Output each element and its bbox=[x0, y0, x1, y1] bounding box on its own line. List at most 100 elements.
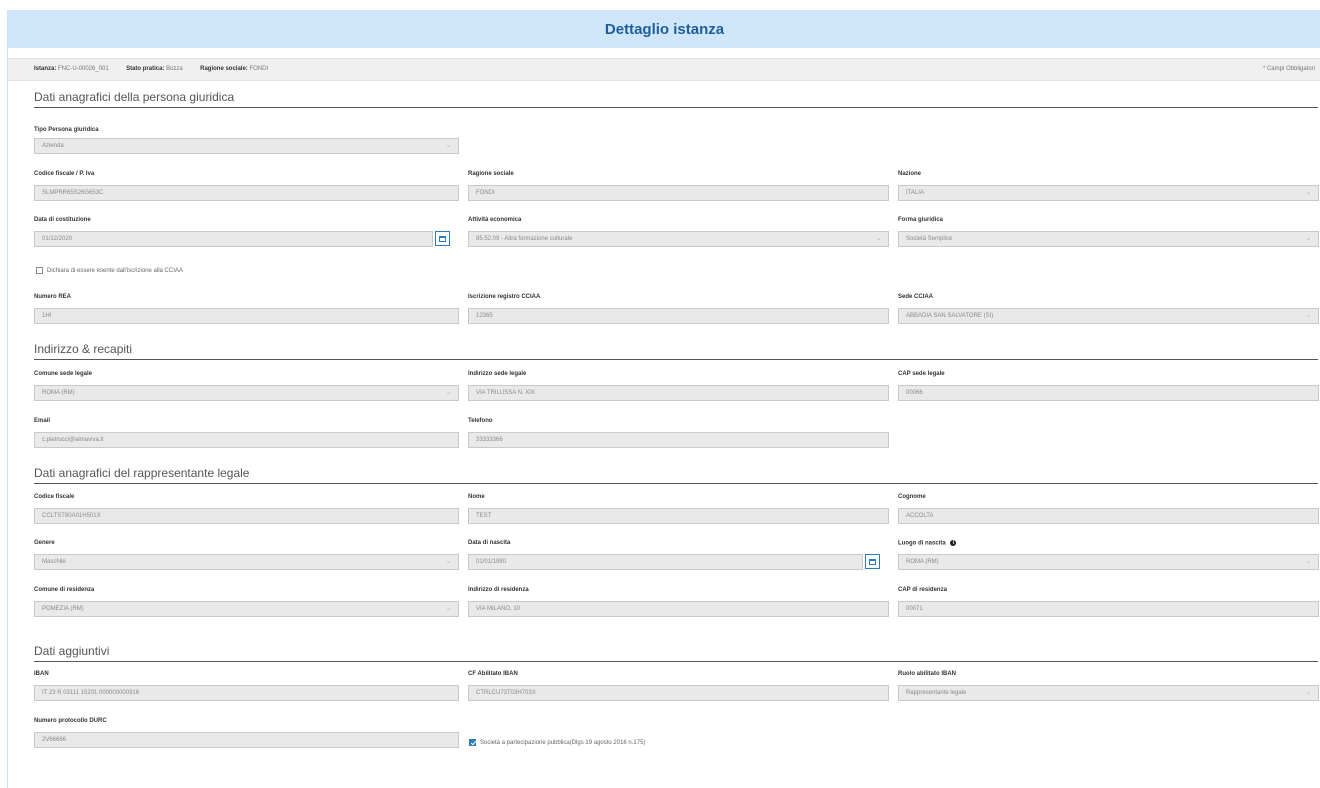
luogo-nascita-label: Luogo di nascita bbox=[898, 540, 946, 547]
indirizzo-residenza-field[interactable]: VIA MILANO, 10 bbox=[468, 601, 889, 617]
iban-label: IBAN bbox=[34, 671, 49, 677]
data-nascita-label: Data di nascita bbox=[468, 540, 511, 546]
istanza-value: FNC-U-00026_001 bbox=[58, 66, 109, 72]
iban-field[interactable]: IT 23 R 03111 15201 000000000916 bbox=[34, 685, 459, 701]
chevron-down-icon: ⌄ bbox=[1305, 190, 1311, 196]
forma-giuridica-value: Società Semplice bbox=[906, 236, 953, 242]
sede-ccia-select[interactable]: ABBADIA SAN SALVATORE (SI) ⌄ bbox=[898, 308, 1319, 324]
telefono-label: Telefono bbox=[468, 418, 493, 424]
genere-select[interactable]: Maschile ⌄ bbox=[34, 554, 459, 570]
cap-sede-field[interactable]: 00066 bbox=[898, 385, 1319, 401]
calendar-icon bbox=[439, 235, 446, 242]
cognome-field[interactable]: ACCOLTA bbox=[898, 508, 1319, 524]
email-field[interactable]: c.pietrucci@almaviva.it bbox=[34, 432, 459, 448]
tipo-persona-value: Azienda bbox=[42, 143, 64, 149]
chevron-down-icon: ⌄ bbox=[1305, 559, 1311, 565]
codice-fiscale-label: Codice fiscale bbox=[34, 494, 75, 500]
info-icon[interactable]: i bbox=[950, 540, 957, 546]
info-bar: Istanza: FNC-U-00026_001 Stato pratica: … bbox=[8, 58, 1320, 81]
protocollo-durc-field[interactable]: 2V66666 bbox=[34, 732, 459, 748]
stato-value: Bozza bbox=[166, 66, 183, 72]
section-title-indirizzo: Indirizzo & recapiti bbox=[34, 342, 1318, 360]
comune-residenza-select[interactable]: POMEZIA (RM) ⌄ bbox=[34, 601, 459, 617]
partecipazione-pubblica-row[interactable]: Società a partecipazione pubblica(Dlgs 1… bbox=[469, 739, 645, 746]
chevron-down-icon: ⌄ bbox=[445, 606, 451, 612]
tipo-persona-label: Tipo Persona giuridica bbox=[34, 127, 99, 133]
section-title-persona-giuridica: Dati anagrafici della persona giuridica bbox=[34, 90, 1318, 108]
protocollo-durc-label: Numero protocollo DURC bbox=[34, 718, 107, 724]
indirizzo-sede-label: Indirizzo sede legale bbox=[468, 371, 527, 377]
nazione-select[interactable]: ITALIA ⌄ bbox=[898, 185, 1319, 201]
data-costituzione-field[interactable]: 01/12/2020 bbox=[34, 231, 433, 247]
section-title-aggiuntivi: Dati aggiuntivi bbox=[34, 644, 1318, 662]
stato-label: Stato pratica: bbox=[126, 66, 165, 72]
cf-abilitato-iban-field[interactable]: CTRLCU73T03H703X bbox=[468, 685, 889, 701]
istanza-label: Istanza: bbox=[34, 66, 57, 72]
section-title-rappresentante: Dati anagrafici del rappresentante legal… bbox=[34, 466, 1318, 484]
chevron-down-icon: ⌄ bbox=[445, 559, 451, 565]
attivita-economica-label: Attività economica bbox=[468, 217, 522, 223]
partecipazione-pubblica-label: Società a partecipazione pubblica(Dlgs 1… bbox=[480, 739, 646, 746]
attivita-economica-value: 85.52.09 - Altra formazione culturale bbox=[476, 236, 573, 242]
iscrizione-ccia-label: Iscrizione registro CCIAA bbox=[468, 294, 541, 300]
nome-label: Nome bbox=[468, 494, 485, 500]
page-title: Dettaglio istanza bbox=[604, 20, 725, 38]
chevron-down-icon: ⌄ bbox=[875, 236, 881, 242]
comune-residenza-label: Comune di residenza bbox=[34, 587, 95, 593]
indirizzo-sede-field[interactable]: VIA TRILUSSA N. XIX bbox=[468, 385, 889, 401]
numero-rea-label: Numero REA bbox=[34, 294, 72, 300]
esente-ccia-label: Dichiara di essere esente dall'iscrizion… bbox=[47, 267, 183, 274]
luogo-nascita-select[interactable]: ROMA (RM) ⌄ bbox=[898, 554, 1319, 570]
data-nascita-calendar-button[interactable] bbox=[865, 554, 880, 569]
cap-residenza-field[interactable]: 00071 bbox=[898, 601, 1319, 617]
calendar-icon bbox=[869, 558, 876, 565]
nazione-label: Nazione bbox=[898, 171, 922, 177]
telefono-field[interactable]: 33333366 bbox=[468, 432, 889, 448]
tipo-persona-select[interactable]: Azienda ⌄ bbox=[34, 138, 459, 154]
ragione-label: Ragione sociale: bbox=[200, 66, 248, 72]
codice-fiscale-field[interactable]: CCLTST80A01H501X bbox=[34, 508, 459, 524]
comune-sede-select[interactable]: ROMA (RM) ⌄ bbox=[34, 385, 459, 401]
luogo-nascita-label-wrap: Luogo di nascita i bbox=[898, 540, 957, 547]
instance-summary: Istanza: FNC-U-00026_001 Stato pratica: … bbox=[34, 66, 268, 72]
partecipazione-pubblica-checkbox[interactable] bbox=[469, 739, 476, 746]
ruolo-abilitato-iban-label: Ruolo abilitato IBAN bbox=[898, 671, 956, 677]
cf-abilitato-iban-label: CF Abilitato IBAN bbox=[468, 671, 518, 677]
attivita-economica-select[interactable]: 85.52.09 - Altra formazione culturale ⌄ bbox=[468, 231, 889, 247]
comune-sede-value: ROMA (RM) bbox=[42, 390, 75, 396]
comune-sede-label: Comune sede legale bbox=[34, 371, 93, 377]
data-nascita-field[interactable]: 01/01/1980 bbox=[468, 554, 863, 570]
forma-giuridica-label: Forma giuridica bbox=[898, 217, 944, 223]
numero-rea-field[interactable]: 1HI bbox=[34, 308, 459, 324]
chevron-down-icon: ⌄ bbox=[1305, 690, 1311, 696]
data-costituzione-label: Data di costituzione bbox=[34, 217, 91, 223]
sede-ccia-label: Sede CCIAA bbox=[898, 294, 934, 300]
nazione-value: ITALIA bbox=[906, 190, 924, 196]
chevron-down-icon: ⌄ bbox=[445, 390, 451, 396]
ragione-sociale-label: Ragione sociale bbox=[468, 171, 514, 177]
codice-fiscale-piva-label: Codice fiscale / P. Iva bbox=[34, 171, 95, 177]
title-bar: Dettaglio istanza bbox=[8, 10, 1320, 48]
data-costituzione-calendar-button[interactable] bbox=[435, 231, 450, 246]
genere-value: Maschile bbox=[42, 559, 66, 565]
luogo-nascita-value: ROMA (RM) bbox=[906, 559, 939, 565]
sede-ccia-value: ABBADIA SAN SALVATORE (SI) bbox=[906, 313, 994, 319]
indirizzo-residenza-label: Indirizzo di residenza bbox=[468, 587, 529, 593]
cap-sede-label: CAP sede legale bbox=[898, 371, 945, 377]
ruolo-abilitato-iban-select[interactable]: Rappresentante legale ⌄ bbox=[898, 685, 1319, 701]
chevron-down-icon: ⌄ bbox=[1305, 313, 1311, 319]
forma-giuridica-select[interactable]: Società Semplice ⌄ bbox=[898, 231, 1319, 247]
nome-field[interactable]: TEST bbox=[468, 508, 889, 524]
ragione-sociale-field[interactable]: FONDI bbox=[468, 185, 889, 201]
iscrizione-ccia-field[interactable]: 12365 bbox=[468, 308, 889, 324]
esente-ccia-checkbox[interactable] bbox=[36, 267, 43, 274]
ruolo-abilitato-iban-value: Rappresentante legale bbox=[906, 690, 967, 696]
chevron-down-icon: ⌄ bbox=[445, 143, 451, 149]
genere-label: Genere bbox=[34, 540, 55, 546]
esente-ccia-row[interactable]: Dichiara di essere esente dall'iscrizion… bbox=[36, 267, 183, 274]
page-frame: Dettaglio istanza Istanza: FNC-U-00026_0… bbox=[7, 10, 1320, 788]
required-note: * Campi Obbligatori bbox=[1262, 66, 1315, 72]
email-label: Email bbox=[34, 418, 51, 424]
cap-residenza-label: CAP di residenza bbox=[898, 587, 947, 593]
codice-fiscale-piva-field[interactable]: SLMPRR65S26G653C bbox=[34, 185, 459, 201]
